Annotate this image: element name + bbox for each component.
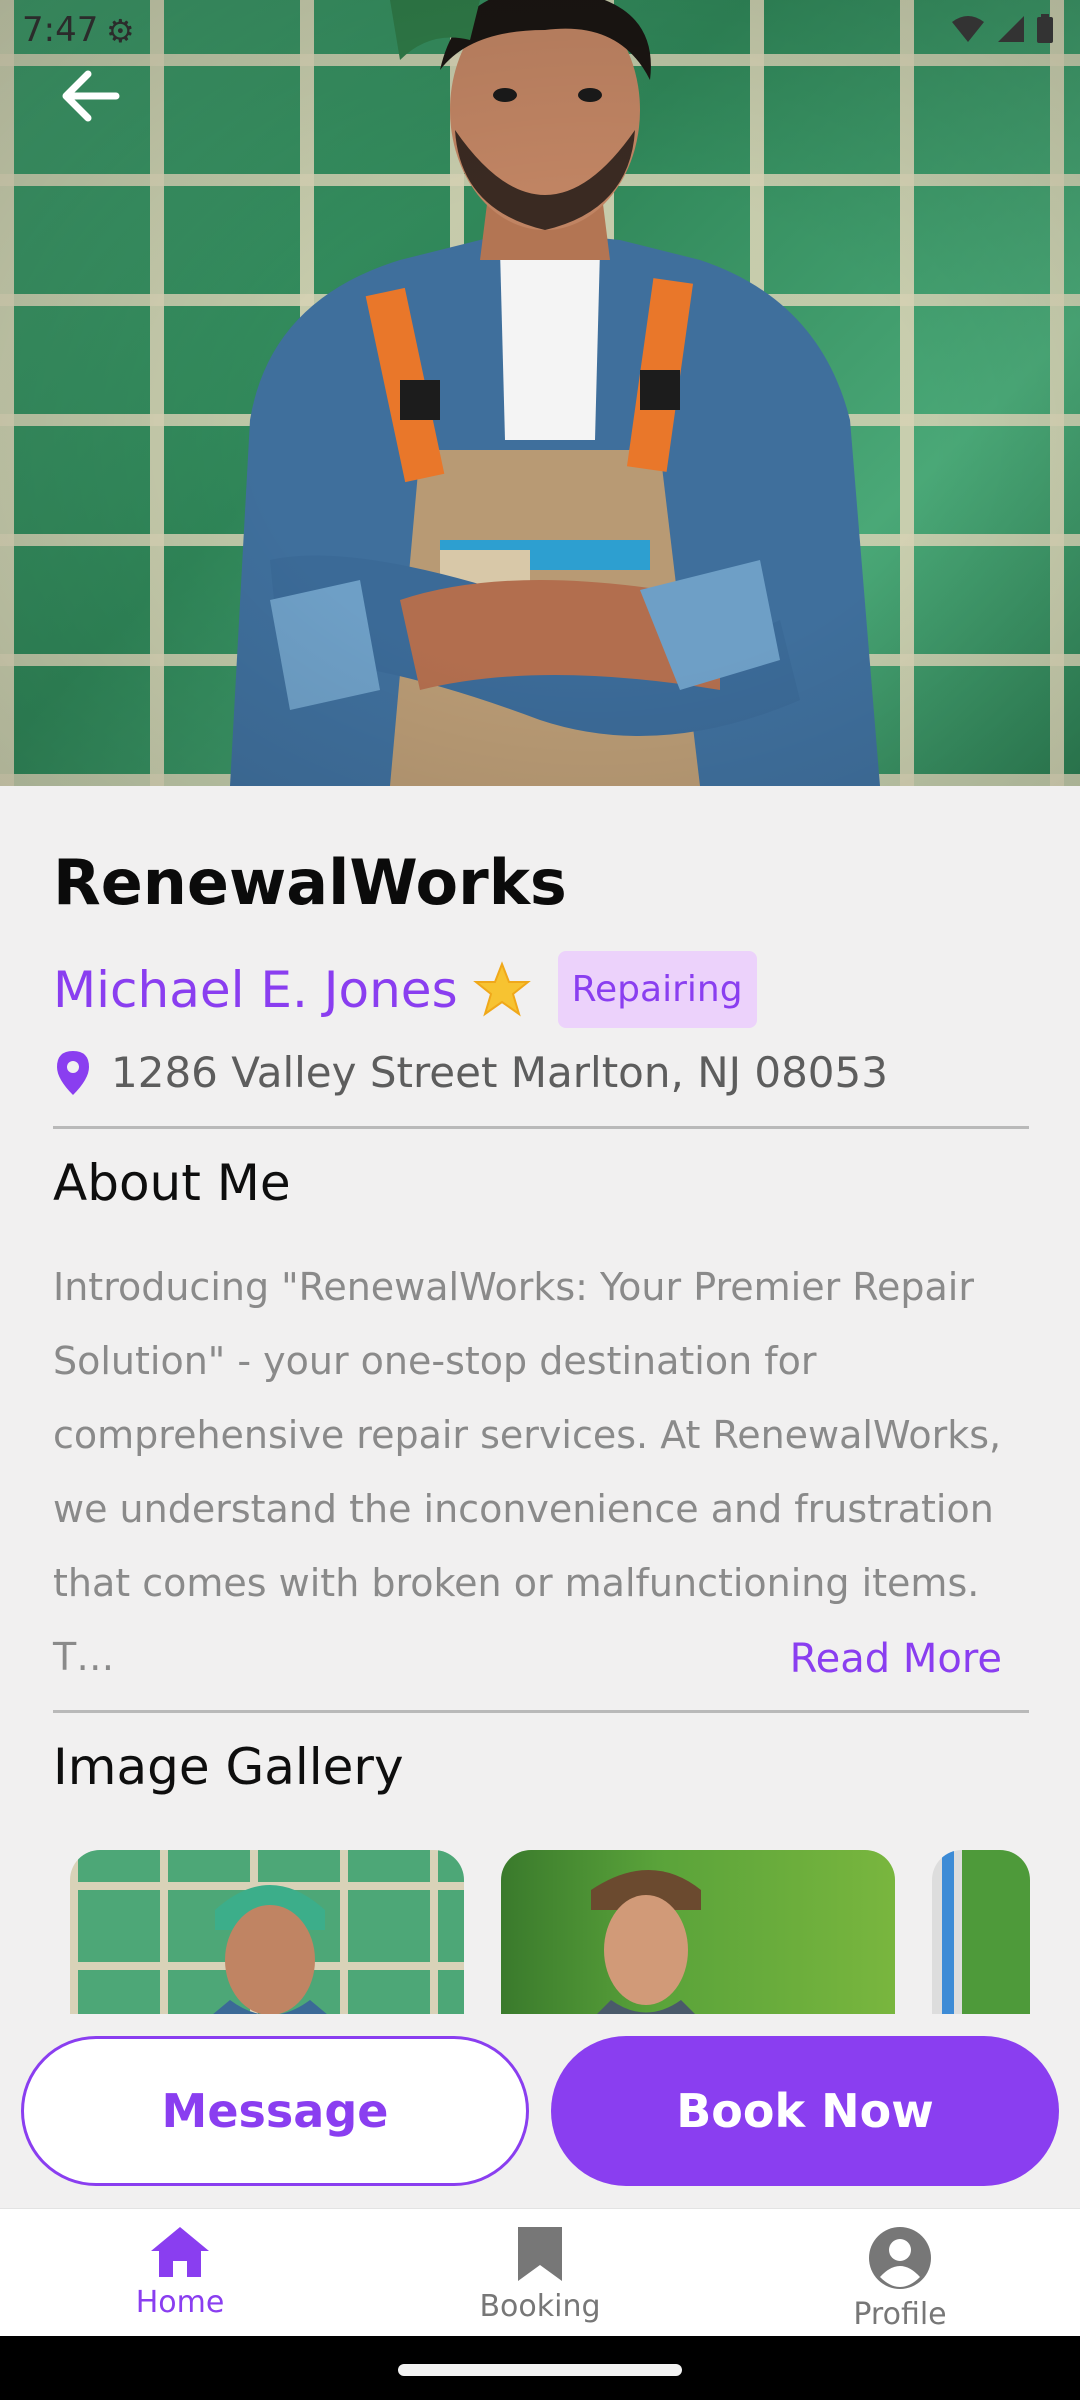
nav-profile-label: Profile [853, 2297, 947, 2332]
gesture-handle[interactable] [398, 2364, 682, 2376]
category-tag: Repairing [557, 951, 757, 1028]
gallery-man-photo [591, 1870, 701, 2014]
book-now-button[interactable]: Book Now [551, 2036, 1059, 2186]
hero-image: 7:47 ⚙ [0, 0, 1080, 786]
worker-photo [230, 0, 880, 786]
bottom-navigation: Home Booking Profile [0, 2208, 1080, 2336]
settings-gear-icon: ⚙ [106, 12, 135, 50]
divider [53, 1126, 1029, 1129]
message-button[interactable]: Message [21, 2036, 529, 2186]
nav-profile[interactable]: Profile [780, 2225, 1020, 2332]
signal-icon [998, 16, 1024, 42]
nav-home-label: Home [135, 2285, 225, 2320]
address-row: 1286 Valley Street Marlton, NJ 08053 [53, 1048, 888, 1097]
gallery-worker-photo [213, 1885, 327, 2014]
battery-icon [1037, 14, 1053, 43]
owner-row: Michael E. Jones Repairing [53, 951, 757, 1028]
home-icon [151, 2227, 209, 2277]
profile-icon [869, 2227, 931, 2289]
status-time: 7:47 [22, 10, 99, 50]
business-title: RenewalWorks [53, 846, 567, 919]
gallery-image-1[interactable] [70, 1850, 464, 2014]
owner-name[interactable]: Michael E. Jones [53, 961, 458, 1019]
image-gallery[interactable] [70, 1850, 1030, 2014]
status-bar: 7:47 ⚙ [0, 0, 1080, 60]
location-pin-icon [57, 1050, 89, 1095]
gallery-image-3[interactable] [932, 1850, 1030, 2014]
gallery-heading: Image Gallery [53, 1738, 404, 1796]
about-text: Introducing "RenewalWorks: Your Premier … [53, 1265, 1002, 1679]
about-heading: About Me [53, 1154, 291, 1212]
nav-booking-label: Booking [479, 2289, 601, 2324]
divider [53, 1710, 1029, 1713]
nav-home[interactable]: Home [60, 2225, 300, 2320]
read-more-link[interactable]: Read More [790, 1636, 1002, 1682]
gallery-image-2[interactable] [501, 1850, 895, 2014]
back-button[interactable] [54, 60, 126, 132]
star-icon [472, 960, 531, 1016]
arrow-left-icon [62, 70, 120, 122]
wifi-icon [952, 16, 984, 42]
status-icons [950, 14, 1054, 44]
address-text: 1286 Valley Street Marlton, NJ 08053 [111, 1048, 888, 1097]
bookmark-icon [518, 2227, 562, 2281]
nav-booking[interactable]: Booking [420, 2225, 660, 2324]
